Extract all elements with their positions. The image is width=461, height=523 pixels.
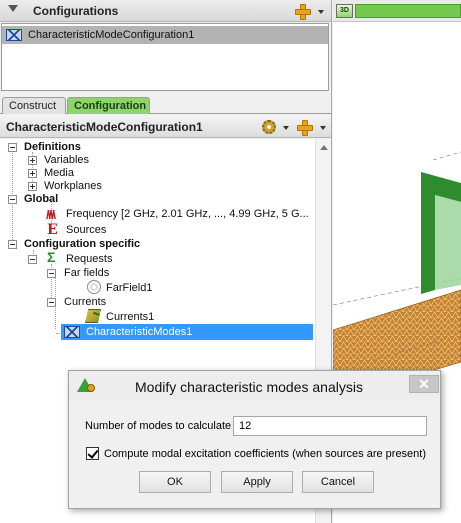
tree-node-workplanes[interactable]: Workplanes (44, 180, 102, 192)
close-icon[interactable]: ✕ (409, 375, 439, 393)
tree-node-sources[interactable]: Sources (66, 224, 106, 236)
tab-configuration[interactable]: Configuration (67, 97, 150, 114)
expand-toggle-icon[interactable] (28, 169, 37, 178)
mesh-icon (6, 29, 22, 41)
configuration-list-item[interactable]: CharacteristicModeConfiguration1 (2, 26, 328, 44)
tab-bar: Construct Configuration (0, 96, 331, 114)
tree-node-farfield1[interactable]: FarField1 (106, 282, 152, 294)
apply-button[interactable]: Apply (221, 471, 293, 493)
chevron-down-icon[interactable] (320, 126, 326, 130)
modes-count-input[interactable] (233, 416, 427, 436)
collapse-toggle-icon[interactable] (47, 298, 56, 307)
configuration-title: CharacteristicModeConfiguration1 (6, 120, 203, 134)
tree-node-configuration-specific[interactable]: Configuration specific (24, 238, 140, 250)
configurations-header: Configurations (0, 0, 331, 22)
currents-icon (85, 309, 101, 323)
add-configuration-icon[interactable] (294, 3, 311, 20)
tree-node-characteristic-modes[interactable]: CharacteristicModes1 (86, 326, 192, 338)
collapse-toggle-icon[interactable] (28, 255, 37, 264)
frequency-icon: /\/\/\ (46, 208, 56, 222)
modes-count-label: Number of modes to calculate (85, 420, 232, 432)
collapse-toggle-icon[interactable] (8, 143, 17, 152)
source-icon: E (47, 222, 58, 238)
tab-construct[interactable]: Construct (2, 97, 66, 114)
scroll-up-icon[interactable] (320, 145, 328, 150)
cancel-button[interactable]: Cancel (302, 471, 374, 493)
tree-node-frequency[interactable]: Frequency [2 GHz, 2.01 GHz, ..., 4.99 GH… (66, 208, 309, 220)
modify-characteristic-modes-dialog: Modify characteristic modes analysis ✕ N… (68, 370, 441, 509)
configuration-item-label: CharacteristicModeConfiguration1 (28, 29, 195, 41)
collapse-toggle-icon[interactable] (8, 240, 17, 249)
tree-node-variables[interactable]: Variables (44, 154, 89, 166)
farfield-icon (87, 280, 101, 294)
dialog-title: Modify characteristic modes analysis (135, 379, 363, 395)
tree-node-far-fields[interactable]: Far fields (64, 267, 109, 279)
configurations-title: Configurations (33, 4, 119, 18)
collapse-arrow-icon[interactable] (8, 5, 18, 12)
modal-excitation-checkbox[interactable] (86, 447, 99, 460)
expand-toggle-icon[interactable] (28, 182, 37, 191)
characteristic-modes-icon (77, 378, 95, 394)
collapse-toggle-icon[interactable] (47, 269, 56, 278)
gear-icon[interactable] (262, 120, 276, 134)
chevron-down-icon[interactable] (318, 10, 324, 14)
ok-button[interactable]: OK (139, 471, 211, 493)
sigma-icon: Σ (47, 249, 56, 265)
bounding-box-line (432, 151, 461, 161)
collapse-toggle-icon[interactable] (8, 195, 17, 204)
configurations-list: CharacteristicModeConfiguration1 (1, 23, 329, 91)
tree-node-global[interactable]: Global (24, 193, 58, 205)
tree-node-requests[interactable]: Requests (66, 253, 112, 265)
tree-node-currents1[interactable]: Currents1 (106, 311, 154, 323)
add-request-icon[interactable] (296, 119, 313, 136)
configuration-header: CharacteristicModeConfiguration1 (0, 115, 331, 138)
antenna-plate-face (435, 195, 461, 290)
expand-toggle-icon[interactable] (28, 156, 37, 165)
tree-node-currents[interactable]: Currents (64, 296, 106, 308)
dialog-titlebar[interactable]: Modify characteristic modes analysis ✕ (69, 371, 440, 401)
tree-node-media[interactable]: Media (44, 167, 74, 179)
dialog-body: Number of modes to calculate Compute mod… (69, 402, 440, 508)
chevron-down-icon[interactable] (283, 126, 289, 130)
mesh-icon (64, 326, 80, 338)
modal-excitation-label[interactable]: Compute modal excitation coefficients (w… (104, 448, 426, 460)
tree-node-definitions[interactable]: Definitions (24, 141, 81, 153)
